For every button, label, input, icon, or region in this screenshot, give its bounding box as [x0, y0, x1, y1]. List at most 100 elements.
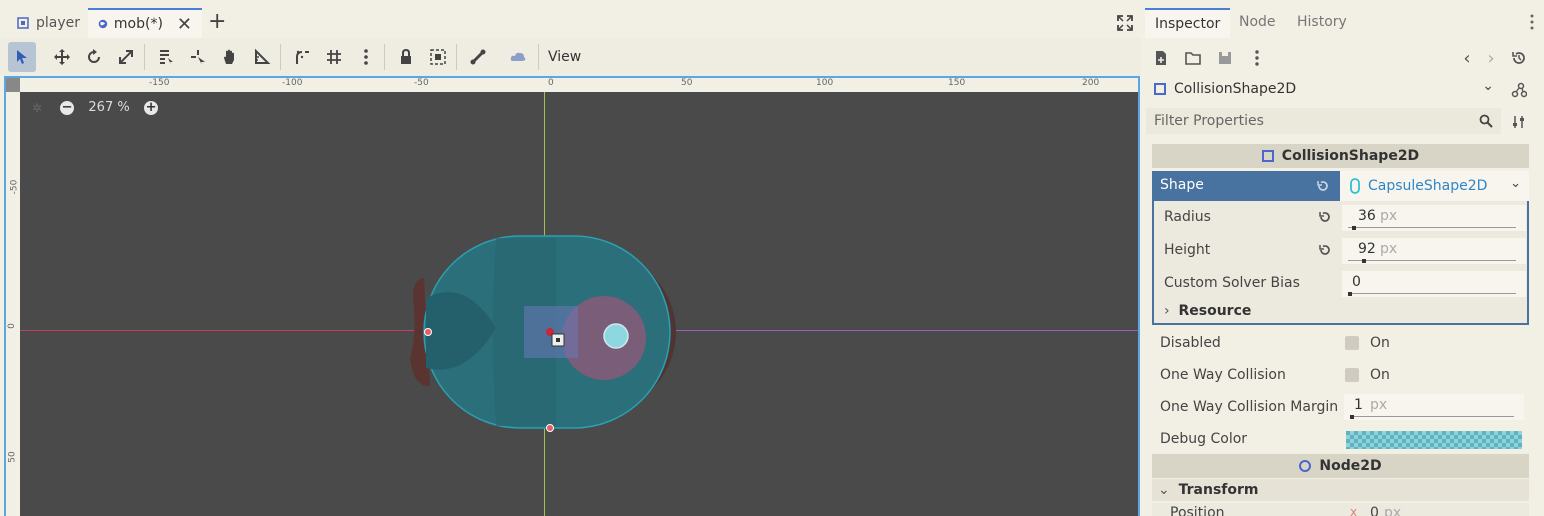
height-property: Height 92 px [1154, 235, 1527, 265]
one-way-collision-checkbox[interactable] [1345, 368, 1359, 382]
canvas-viewport[interactable]: -150 -100 -50 0 50 100 150 200 -50 0 50 … [4, 76, 1140, 516]
node-name: CollisionShape2D [1174, 81, 1297, 97]
transform-group[interactable]: ⌄ Transform [1152, 479, 1529, 501]
mob-sprite[interactable] [406, 228, 686, 438]
debug-color-picker[interactable] [1346, 431, 1522, 449]
scale-mode-button[interactable] [112, 42, 140, 72]
kebab-icon [364, 49, 368, 65]
property-settings-icon[interactable] [1509, 112, 1529, 132]
shape-resource-picker[interactable]: CapsuleShape2D ⌄ [1340, 171, 1529, 201]
filter-properties-input[interactable]: Filter Properties [1146, 108, 1501, 134]
margin-value: 1 [1354, 397, 1363, 413]
revert-icon[interactable] [1318, 243, 1332, 257]
bone-icon [470, 49, 486, 65]
position-property: Position x 0 px [1152, 503, 1529, 516]
property-label: One Way Collision [1160, 367, 1286, 383]
height-value: 92 [1358, 241, 1376, 257]
one-way-margin-field[interactable]: 1 px [1344, 394, 1524, 420]
pan-mode-button[interactable] [216, 42, 244, 72]
move-icon [54, 49, 70, 65]
disabled-checkbox[interactable] [1345, 336, 1359, 350]
height-field[interactable]: 92 px [1342, 238, 1526, 264]
zoom-out-button[interactable]: − [60, 100, 75, 115]
grid-snap-button[interactable] [320, 42, 348, 72]
scene-tab-player[interactable]: player [6, 8, 90, 38]
add-tab-button[interactable]: + [208, 11, 226, 33]
rotate-mode-button[interactable] [80, 42, 108, 72]
height-slider-knob[interactable] [1362, 259, 1366, 263]
ruler-label: -150 [149, 78, 170, 88]
move-mode-button[interactable] [48, 42, 76, 72]
history-icon[interactable] [1509, 48, 1529, 68]
new-resource-icon[interactable] [1151, 48, 1171, 68]
resource-label: Resource [1178, 303, 1252, 319]
shape-property[interactable]: Shape CapsuleShape2D ⌄ [1152, 171, 1529, 201]
capsule-height-handle[interactable] [546, 424, 554, 432]
scene-tab-mob[interactable]: mob(*) ✕ [88, 8, 202, 38]
radius-slider-knob[interactable] [1352, 226, 1356, 230]
folder-icon[interactable] [1183, 48, 1203, 68]
revert-icon[interactable] [1318, 210, 1332, 224]
tab-inspector[interactable]: Inspector [1145, 8, 1231, 38]
snap-options-button[interactable] [352, 42, 380, 72]
center-view-icon[interactable]: ✲ [32, 101, 42, 115]
capsule-radius-handle[interactable] [424, 328, 432, 336]
margin-slider[interactable] [1350, 416, 1514, 417]
zoom-level[interactable]: 267 % [84, 100, 134, 115]
position-value[interactable]: 0 [1370, 505, 1379, 516]
inspector-toolbar: ‹ › [1143, 46, 1544, 70]
bias-slider-knob[interactable] [1348, 292, 1352, 296]
group-button[interactable] [424, 42, 452, 72]
chevron-right-icon[interactable]: › [1481, 48, 1501, 69]
canvas-toolbar: View [0, 38, 1141, 76]
smart-snap-button[interactable] [288, 42, 316, 72]
margin-slider-knob[interactable] [1350, 415, 1354, 419]
particles-button[interactable] [504, 42, 532, 72]
scale-icon [119, 50, 133, 64]
tab-node[interactable]: Node [1229, 8, 1286, 38]
chevron-right-icon: › [1164, 303, 1170, 319]
chevron-left-icon[interactable]: ‹ [1457, 48, 1477, 69]
node-selector[interactable]: CollisionShape2D ⌄ [1148, 76, 1500, 102]
section-title: CollisionShape2D [1281, 148, 1420, 164]
height-slider[interactable] [1348, 260, 1516, 261]
resource-group[interactable]: › Resource [1164, 303, 1251, 319]
lock-button[interactable] [392, 42, 420, 72]
node-tree-icon[interactable] [1509, 80, 1529, 100]
ruler-label: 100 [816, 78, 834, 88]
disabled-property: Disabled On [1152, 327, 1529, 359]
bias-slider[interactable] [1348, 293, 1516, 294]
ruler-mode-button[interactable] [248, 42, 276, 72]
scene-tab-label: mob(*) [113, 16, 163, 32]
custom-solver-bias-field[interactable]: 0 [1342, 271, 1526, 297]
pivot-button[interactable] [184, 42, 212, 72]
revert-icon[interactable] [1316, 179, 1330, 193]
ruler-label: 50 [7, 451, 18, 463]
globe-icon [98, 19, 108, 29]
radius-slider[interactable] [1348, 227, 1516, 228]
dock-menu-icon[interactable] [1530, 14, 1534, 30]
radius-field[interactable]: 36 px [1342, 205, 1526, 231]
one-way-margin-property: One Way Collision Margin 1 px [1152, 391, 1529, 423]
toolbar-divider [456, 44, 457, 70]
chevron-down-icon[interactable]: ⌄ [1510, 176, 1521, 191]
view-menu-button[interactable]: View [548, 42, 581, 72]
grid-icon [327, 50, 341, 64]
select-mode-button[interactable] [8, 42, 36, 72]
search-icon [1479, 114, 1493, 128]
close-icon[interactable]: ✕ [177, 14, 192, 35]
skeleton-button[interactable] [464, 42, 492, 72]
tab-history[interactable]: History [1287, 8, 1357, 38]
node2d-icon [1299, 460, 1312, 472]
margin-unit: px [1370, 397, 1388, 413]
property-label: Debug Color [1160, 431, 1248, 447]
zoom-in-button[interactable]: + [144, 100, 159, 115]
ruler-label: 0 [6, 323, 17, 329]
expand-icon[interactable] [1116, 14, 1134, 32]
group-icon [430, 49, 446, 65]
filter-placeholder: Filter Properties [1154, 113, 1264, 129]
custom-solver-bias-property: Custom Solver Bias 0 [1154, 268, 1527, 298]
save-icon[interactable] [1215, 48, 1235, 68]
more-options-icon[interactable] [1247, 48, 1267, 68]
list-select-button[interactable] [152, 42, 180, 72]
